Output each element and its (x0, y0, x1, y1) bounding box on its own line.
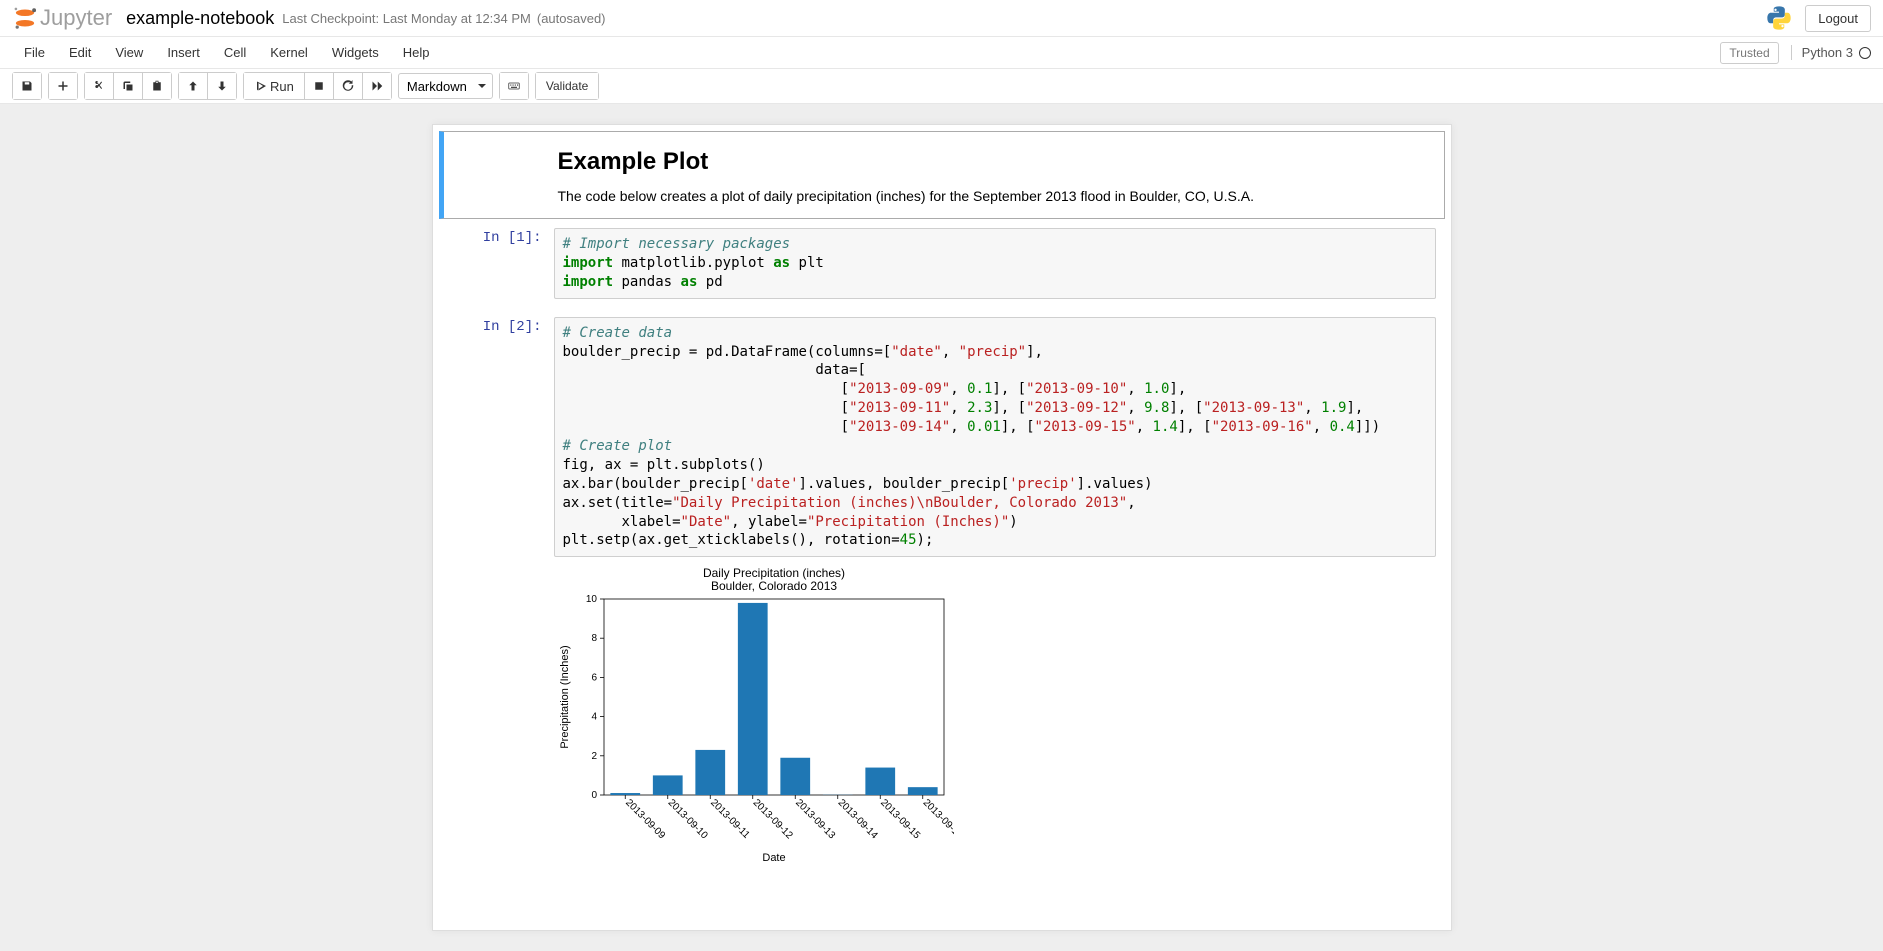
svg-text:2013-09-15: 2013-09-15 (878, 798, 922, 842)
svg-text:2013-09-09: 2013-09-09 (623, 798, 667, 842)
code-cell-2[interactable]: In [2]: # Create data boulder_precip = p… (439, 308, 1445, 875)
menu-help[interactable]: Help (391, 39, 442, 66)
cut-button[interactable] (85, 73, 114, 99)
bar-2013-09-13 (780, 758, 810, 795)
notebook-header: Jupyter example-notebook Last Checkpoint… (0, 0, 1883, 37)
bar-2013-09-09 (610, 793, 640, 795)
svg-text:Daily Precipitation (inches): Daily Precipitation (inches) (702, 566, 844, 580)
validate-button[interactable]: Validate (536, 73, 598, 99)
save-icon (21, 80, 33, 92)
precipitation-bar-chart: Daily Precipitation (inches)Boulder, Col… (554, 565, 954, 865)
move-up-button[interactable] (179, 73, 208, 99)
jupyter-logo-icon (12, 5, 38, 31)
cell-prompt: In [1]: (440, 224, 550, 303)
svg-text:6: 6 (591, 673, 597, 684)
svg-text:2013-09-16: 2013-09-16 (920, 798, 953, 842)
menubar: FileEditViewInsertCellKernelWidgetsHelp … (0, 37, 1883, 69)
copy-icon (122, 80, 134, 92)
python-logo-icon (1765, 4, 1793, 32)
move-down-button[interactable] (208, 73, 236, 99)
menu-edit[interactable]: Edit (57, 39, 103, 66)
code-cell-1[interactable]: In [1]: # Import necessary packages impo… (439, 219, 1445, 308)
svg-text:2013-09-13: 2013-09-13 (793, 798, 837, 842)
svg-text:2013-09-14: 2013-09-14 (835, 798, 879, 842)
notebook-name[interactable]: example-notebook (126, 8, 274, 29)
bar-2013-09-16 (907, 788, 937, 796)
svg-text:8: 8 (591, 634, 597, 645)
cell-type-select[interactable]: Markdown (398, 73, 493, 99)
bar-2013-09-15 (865, 768, 895, 795)
plus-icon (57, 80, 69, 92)
stop-icon (313, 80, 325, 92)
restart-run-all-button[interactable] (363, 73, 391, 99)
autosave-status: (autosaved) (537, 11, 606, 26)
checkpoint-status: Last Checkpoint: Last Monday at 12:34 PM (282, 11, 531, 26)
bar-2013-09-11 (695, 750, 725, 795)
jupyter-logo[interactable]: Jupyter (12, 5, 112, 31)
jupyter-logo-text: Jupyter (40, 5, 112, 31)
cell-prompt (444, 136, 554, 214)
insert-cell-below-button[interactable] (49, 73, 77, 99)
notebook-container: Example Plot The code below creates a pl… (432, 124, 1452, 931)
kernel-indicator[interactable]: Python 3 (1791, 45, 1871, 60)
svg-text:2013-09-11: 2013-09-11 (708, 798, 752, 842)
paste-button[interactable] (143, 73, 171, 99)
fast-forward-icon (371, 80, 383, 92)
keyboard-icon (508, 80, 520, 92)
notebook-stage: Example Plot The code below creates a pl… (0, 104, 1883, 951)
svg-text:0: 0 (591, 790, 597, 801)
arrow-down-icon (216, 80, 228, 92)
svg-text:2: 2 (591, 751, 597, 762)
logout-button[interactable]: Logout (1805, 5, 1871, 32)
markdown-rendered: Example Plot The code below creates a pl… (554, 136, 1444, 214)
code-input[interactable]: # Create data boulder_precip = pd.DataFr… (554, 317, 1436, 558)
cell-prompt: In [2]: (440, 313, 550, 870)
menu-insert[interactable]: Insert (155, 39, 212, 66)
bar-2013-09-10 (652, 776, 682, 796)
run-label: Run (270, 79, 294, 94)
command-palette-button[interactable] (500, 73, 528, 99)
restart-icon (342, 80, 354, 92)
paste-icon (151, 80, 163, 92)
chart-output: Daily Precipitation (inches)Boulder, Col… (554, 565, 1436, 865)
run-button[interactable]: Run (244, 73, 305, 99)
kernel-name: Python 3 (1802, 45, 1853, 60)
interrupt-button[interactable] (305, 73, 334, 99)
menu-file[interactable]: File (12, 39, 57, 66)
kernel-status-icon (1859, 47, 1871, 59)
svg-text:Precipitation (Inches): Precipitation (Inches) (559, 646, 571, 749)
svg-text:Date: Date (762, 852, 785, 864)
menu-cell[interactable]: Cell (212, 39, 258, 66)
trusted-indicator[interactable]: Trusted (1720, 42, 1778, 64)
bar-2013-09-12 (737, 603, 767, 795)
arrow-up-icon (187, 80, 199, 92)
restart-button[interactable] (334, 73, 363, 99)
cut-icon (93, 80, 105, 92)
menu-kernel[interactable]: Kernel (258, 39, 320, 66)
menu-view[interactable]: View (103, 39, 155, 66)
markdown-paragraph: The code below creates a plot of daily p… (558, 188, 1436, 204)
markdown-cell[interactable]: Example Plot The code below creates a pl… (439, 131, 1445, 219)
run-icon (254, 80, 266, 92)
markdown-heading: Example Plot (558, 148, 1436, 176)
menu-widgets[interactable]: Widgets (320, 39, 391, 66)
svg-text:2013-09-10: 2013-09-10 (665, 798, 709, 842)
save-button[interactable] (13, 73, 41, 99)
svg-text:4: 4 (591, 712, 597, 723)
svg-text:Boulder, Colorado 2013: Boulder, Colorado 2013 (710, 579, 836, 593)
copy-button[interactable] (114, 73, 143, 99)
svg-text:2013-09-12: 2013-09-12 (750, 798, 794, 842)
code-input[interactable]: # Import necessary packages import matpl… (554, 228, 1436, 299)
svg-text:10: 10 (585, 594, 597, 605)
toolbar: Run Markdown Validate (0, 69, 1883, 104)
